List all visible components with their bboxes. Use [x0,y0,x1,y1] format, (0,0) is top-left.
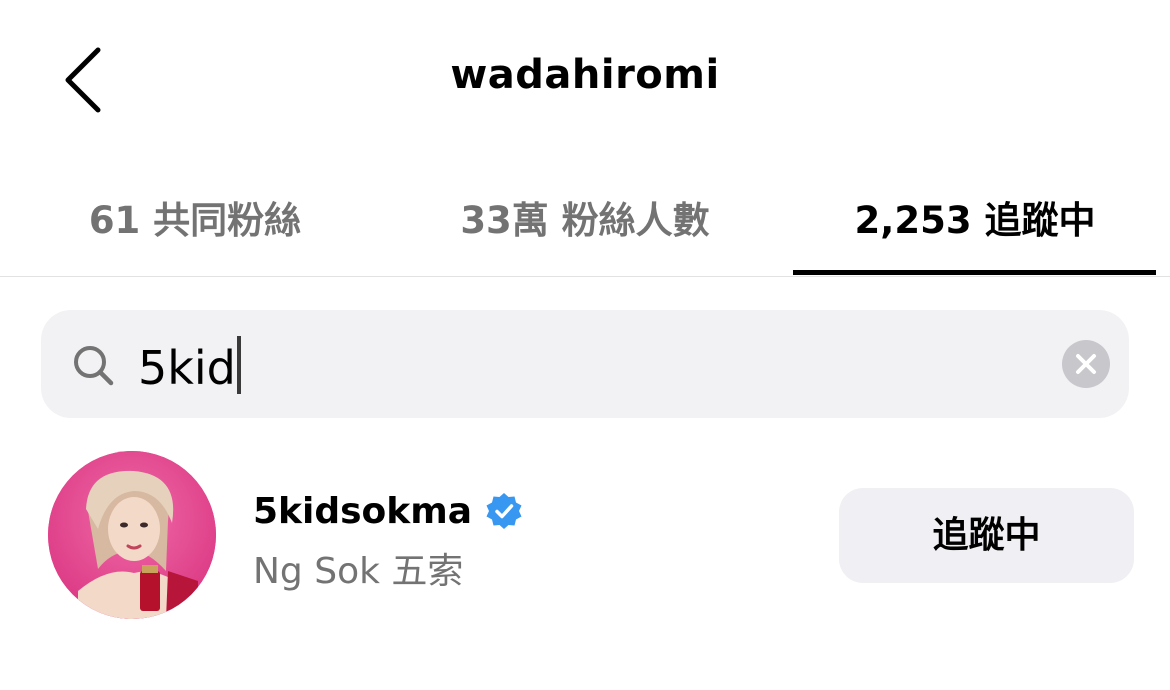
search-icon [74,346,114,386]
full-name: Ng Sok 五索 [253,551,464,592]
tab-followers[interactable]: 33萬 粉絲人數 [400,190,770,276]
tab-label: 61 共同粉絲 [88,199,302,242]
username[interactable]: 5kidsokma [253,491,472,532]
text-caret [236,336,241,394]
username-row: 5kidsokma [253,486,524,536]
search-input-value: 5kid [138,341,236,395]
page-title: wadahiromi [450,52,720,98]
list-item[interactable]: 5kidsokma Ng Sok 五索 追蹤中 [0,440,1170,640]
verified-badge-icon [486,493,522,529]
top-bar: wadahiromi [0,0,1170,160]
clear-icon [1076,354,1096,374]
profile-photo [48,451,216,619]
avatar[interactable] [48,451,216,619]
tab-label: 33萬 粉絲人數 [460,199,710,242]
following-button[interactable]: 追蹤中 [839,488,1134,583]
tab-bar: 61 共同粉絲 33萬 粉絲人數 2,253 追蹤中 [0,160,1170,277]
tab-label: 2,253 追蹤中 [854,199,1096,242]
search-input[interactable]: 5kid [138,336,241,395]
tab-mutual-followers[interactable]: 61 共同粉絲 [40,190,350,276]
clear-search-button[interactable] [1062,340,1110,388]
tab-following[interactable]: 2,253 追蹤中 [800,190,1150,276]
active-tab-indicator [793,270,1156,275]
